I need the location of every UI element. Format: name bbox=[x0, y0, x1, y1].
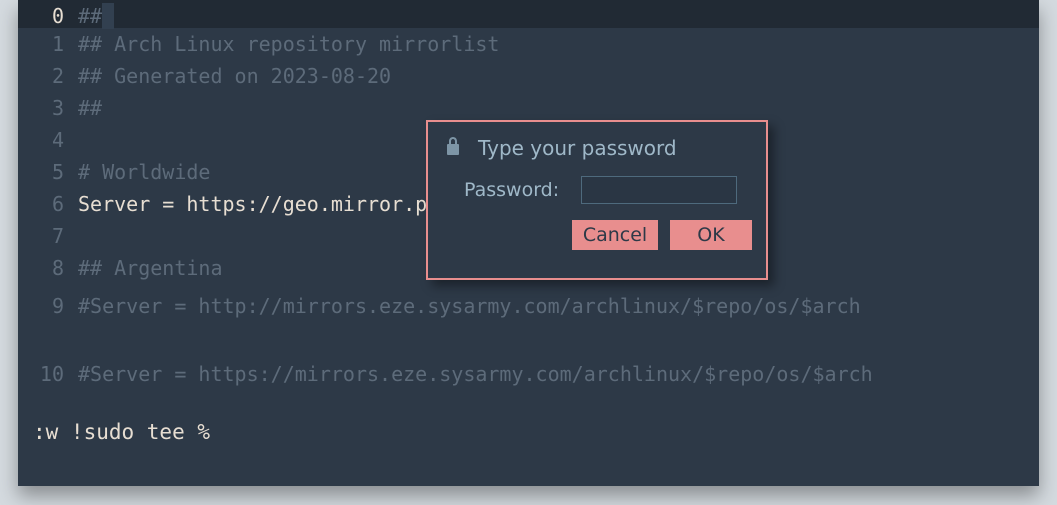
lock-icon bbox=[446, 136, 460, 160]
line-number: 2 bbox=[18, 64, 78, 88]
line-number: 10 bbox=[18, 362, 78, 386]
ok-button[interactable]: OK bbox=[670, 220, 752, 250]
code-text: ## Generated on 2023-08-20 bbox=[78, 64, 391, 88]
password-input[interactable] bbox=[581, 176, 737, 204]
code-text: ## Arch Linux repository mirrorlist bbox=[78, 32, 499, 56]
line-number: 4 bbox=[18, 128, 78, 152]
line-number: 8 bbox=[18, 256, 78, 280]
editor-line[interactable]: 2## Generated on 2023-08-20 bbox=[18, 60, 1039, 92]
line-number: 9 bbox=[18, 294, 78, 318]
line-number: 1 bbox=[18, 32, 78, 56]
cancel-button[interactable]: Cancel bbox=[572, 220, 658, 250]
code-text: #Server = http://mirrors.eze.sysarmy.com… bbox=[78, 294, 861, 318]
editor-window: 0##1## Arch Linux repository mirrorlist2… bbox=[18, 0, 1039, 486]
line-number: 7 bbox=[18, 224, 78, 248]
code-text: ## Argentina bbox=[78, 256, 223, 280]
password-dialog: Type your password Password: Cancel OK bbox=[426, 120, 768, 280]
editor-line[interactable]: 10#Server = https://mirrors.eze.sysarmy.… bbox=[18, 358, 1039, 390]
cursor bbox=[102, 3, 114, 29]
line-number: 6 bbox=[18, 192, 78, 216]
code-text: # Worldwide bbox=[78, 160, 210, 184]
code-text: ## bbox=[78, 4, 102, 28]
line-number: 0 bbox=[18, 4, 78, 28]
code-text: #Server = https://mirrors.eze.sysarmy.co… bbox=[78, 362, 873, 386]
vim-command-line[interactable]: :w !sudo tee % bbox=[33, 420, 210, 444]
dialog-title: Type your password bbox=[478, 136, 677, 160]
password-label: Password: bbox=[464, 179, 559, 201]
code-text: ## bbox=[78, 96, 102, 120]
editor-line[interactable]: 1## Arch Linux repository mirrorlist bbox=[18, 28, 1039, 60]
line-number: 3 bbox=[18, 96, 78, 120]
line-number: 5 bbox=[18, 160, 78, 184]
editor-line[interactable]: 9#Server = http://mirrors.eze.sysarmy.co… bbox=[18, 290, 1039, 322]
